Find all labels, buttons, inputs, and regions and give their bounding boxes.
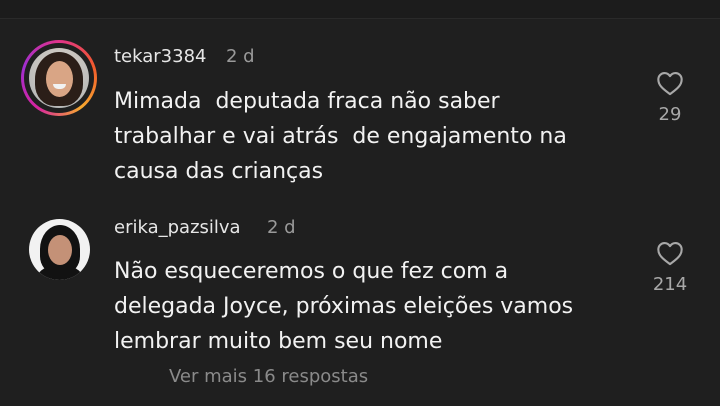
avatar: [29, 48, 89, 108]
comment-timestamp: 2 d: [267, 217, 296, 238]
comment-username[interactable]: tekar3384: [114, 46, 206, 67]
comment-text: Mimada deputada fraca não saber trabalha…: [114, 89, 567, 184]
like-count: 214: [652, 274, 688, 295]
like-button[interactable]: 214: [640, 240, 700, 295]
comment-timestamp: 2 d: [226, 46, 255, 67]
avatar[interactable]: [29, 219, 90, 280]
comment-username[interactable]: erika_pazsilva: [114, 217, 241, 238]
heart-outline-icon[interactable]: [656, 240, 684, 266]
comment-text: Não esqueceremos o que fez com a delegad…: [114, 259, 574, 354]
previous-content-edge: [0, 0, 720, 19]
like-count: 29: [658, 104, 682, 125]
heart-outline-icon[interactable]: [656, 70, 684, 96]
view-more-replies-link[interactable]: Ver mais 16 respostas: [169, 366, 368, 387]
like-button[interactable]: 29: [640, 70, 700, 125]
avatar-story-ring[interactable]: [21, 40, 97, 116]
